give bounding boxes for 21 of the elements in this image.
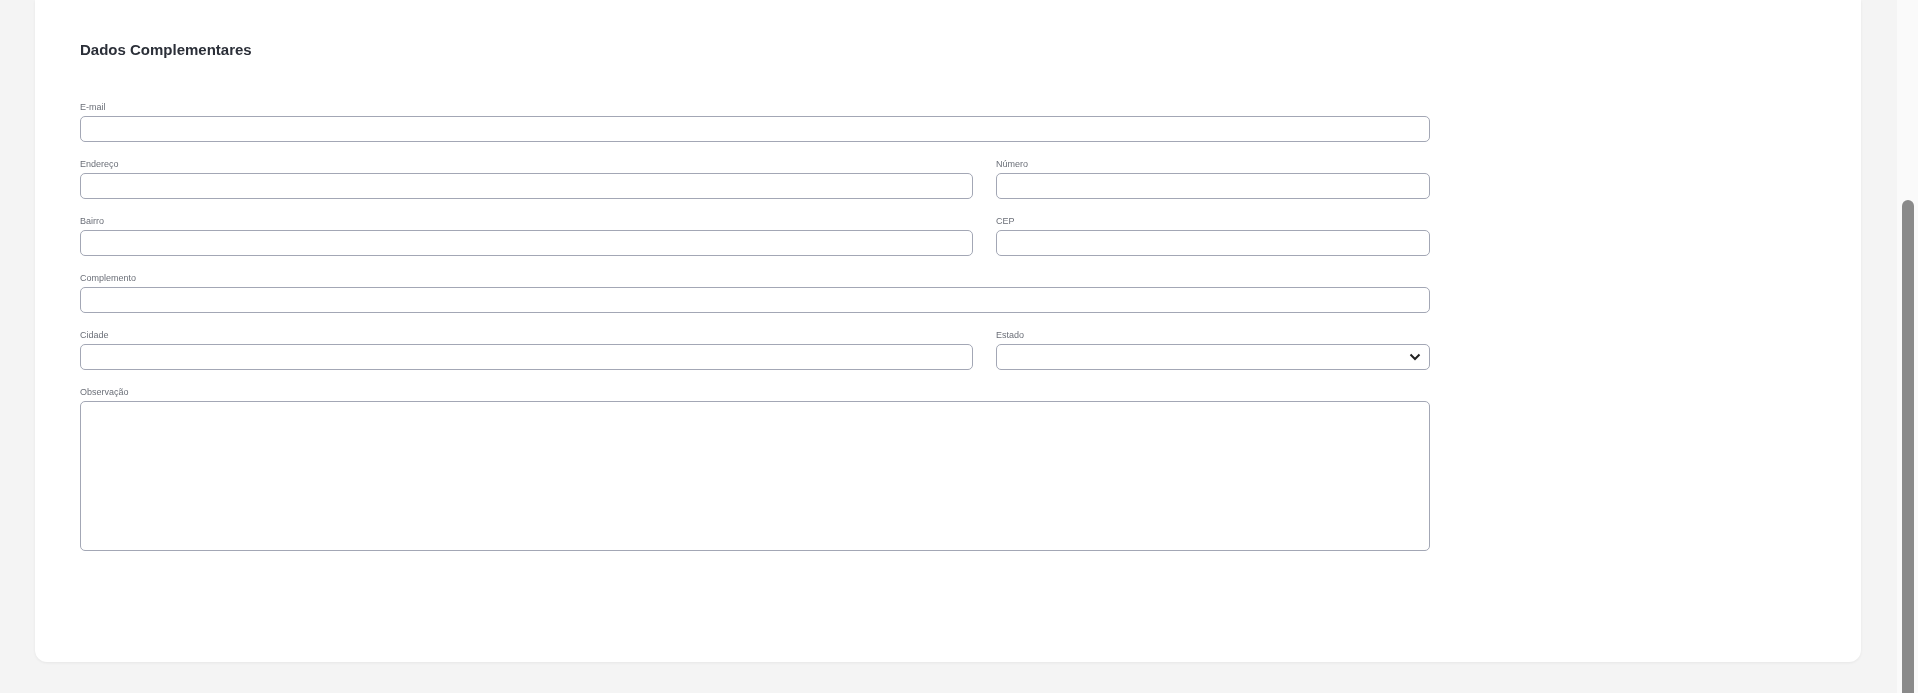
text-field[interactable] — [80, 287, 1430, 313]
text-field[interactable] — [80, 230, 973, 256]
field-label: Cidade — [80, 330, 110, 340]
field-label: Número — [996, 159, 1029, 169]
text-field[interactable] — [996, 230, 1430, 256]
field-label: CEP — [996, 216, 1016, 226]
field-label: Estado — [996, 330, 1026, 340]
field-label: Observação — [80, 387, 130, 397]
chevron-down-icon — [1409, 353, 1421, 361]
text-field[interactable] — [80, 173, 973, 199]
dropdown-field[interactable] — [996, 344, 1430, 370]
text-field[interactable] — [996, 173, 1430, 199]
field-label: Bairro — [80, 216, 105, 226]
textarea-field[interactable] — [80, 401, 1430, 551]
field-label: Endereço — [80, 159, 120, 169]
field-label: Complemento — [80, 273, 138, 283]
scrollbar-thumb[interactable] — [1902, 200, 1914, 693]
text-field[interactable] — [80, 116, 1430, 142]
section-title: Dados Complementares — [80, 40, 253, 60]
field-label: E-mail — [80, 102, 107, 112]
text-field[interactable] — [80, 344, 973, 370]
